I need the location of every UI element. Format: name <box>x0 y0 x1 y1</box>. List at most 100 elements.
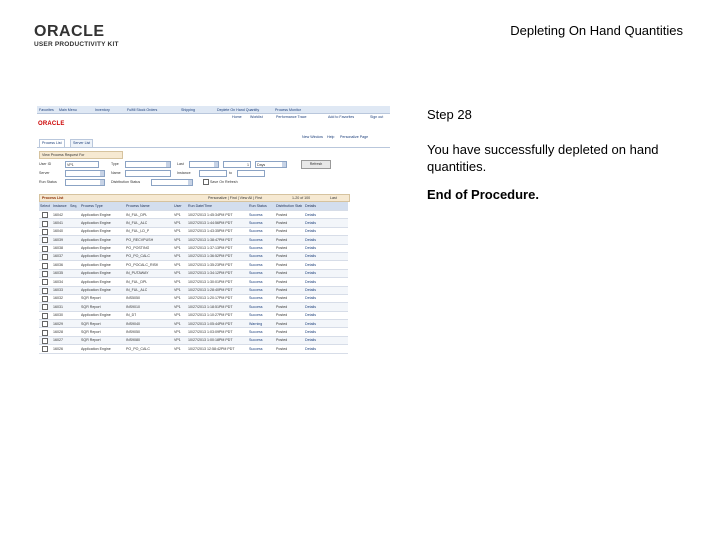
server-select[interactable] <box>65 170 105 177</box>
row-process-type: Application Engine <box>81 254 111 259</box>
row-run-status[interactable]: Success <box>249 330 263 334</box>
grid-last-link[interactable]: Last <box>330 196 337 200</box>
distribution-status-select[interactable] <box>151 179 193 186</box>
type-select[interactable] <box>125 161 171 168</box>
row-details-link[interactable]: Details <box>305 271 316 275</box>
row-select-checkbox[interactable] <box>42 312 48 319</box>
row-distribution-status: Posted <box>276 254 288 259</box>
menu-shipping[interactable]: Shipping <box>181 108 195 112</box>
menu-process-monitor[interactable]: Process Monitor <box>275 108 301 112</box>
last-select[interactable] <box>189 161 219 168</box>
row-run-status[interactable]: Success <box>249 221 263 225</box>
refresh-button[interactable]: Refresh <box>301 160 331 169</box>
row-details-link[interactable]: Details <box>305 254 316 258</box>
instance-from-input[interactable] <box>199 170 227 177</box>
row-run-status[interactable]: Success <box>249 338 263 342</box>
row-select-checkbox[interactable] <box>42 228 48 235</box>
menu-inventory[interactable]: Inventory <box>95 108 110 112</box>
row-details-link[interactable]: Details <box>305 296 316 300</box>
link-add-to-favorites[interactable]: Add to Favorites <box>328 115 354 119</box>
server-label: Server <box>39 171 50 175</box>
logo-brand: ORACLE <box>34 23 105 40</box>
row-run-status[interactable]: Success <box>249 254 263 258</box>
link-personalize-page[interactable]: Personalize Page <box>340 135 368 139</box>
row-details-link[interactable]: Details <box>305 347 316 351</box>
link-worklist[interactable]: Worklist <box>250 115 263 119</box>
row-select-checkbox[interactable] <box>42 338 48 345</box>
row-run-status[interactable]: Success <box>249 305 263 309</box>
instance-to-input[interactable] <box>237 170 265 177</box>
menu-main-menu[interactable]: Main Menu <box>59 108 77 112</box>
row-select-checkbox[interactable] <box>42 296 48 303</box>
row-select-checkbox[interactable] <box>42 212 48 219</box>
row-run-status[interactable]: Success <box>249 229 263 233</box>
grid-nav-controls[interactable]: Personalize | Find | View All | First <box>208 196 262 200</box>
row-run-status[interactable]: Success <box>249 313 263 317</box>
row-process-type: SQR Report <box>81 304 101 309</box>
link-new-window[interactable]: New Window <box>302 135 323 139</box>
row-run-datetime: 10/27/2013 1:00:18PM PDT <box>188 338 233 343</box>
row-details-link[interactable]: Details <box>305 246 316 250</box>
name-label: Name <box>111 171 121 175</box>
last-unit-select[interactable]: Days <box>255 161 287 168</box>
row-select-checkbox[interactable] <box>42 254 48 261</box>
row-select-checkbox[interactable] <box>42 262 48 269</box>
row-select-checkbox[interactable] <box>42 237 48 244</box>
row-run-status[interactable]: Warning <box>249 322 262 326</box>
user-id-input[interactable]: VP1 <box>65 161 99 168</box>
row-details-link[interactable]: Details <box>305 330 316 334</box>
row-run-status[interactable]: Success <box>249 288 263 292</box>
row-process-type: Application Engine <box>81 346 111 351</box>
link-home[interactable]: Home <box>232 115 242 119</box>
menu-fulfill-stock-orders[interactable]: Fulfill Stock Orders <box>127 108 157 112</box>
name-input[interactable] <box>125 170 171 177</box>
row-run-status[interactable]: Success <box>249 238 263 242</box>
row-distribution-status: Posted <box>276 246 288 251</box>
row-run-status[interactable]: Success <box>249 347 263 351</box>
run-status-select[interactable] <box>65 179 105 186</box>
row-select-checkbox[interactable] <box>42 329 48 336</box>
save-on-refresh-checkbox[interactable] <box>203 179 209 185</box>
row-details-link[interactable]: Details <box>305 288 316 292</box>
table-row: 16032 SQR Report INS5050 VP1 10/27/2013 1:20… <box>39 295 348 304</box>
row-details-link[interactable]: Details <box>305 229 316 233</box>
link-performance-trace[interactable]: Performance Trace <box>276 115 307 119</box>
row-distribution-status: Posted <box>276 338 288 343</box>
row-details-link[interactable]: Details <box>305 213 316 217</box>
row-details-link[interactable]: Details <box>305 238 316 242</box>
row-run-status[interactable]: Success <box>249 213 263 217</box>
menu-favorites[interactable]: Favorites <box>39 108 54 112</box>
row-select-checkbox[interactable] <box>42 321 48 328</box>
row-run-status[interactable]: Success <box>249 296 263 300</box>
row-select-checkbox[interactable] <box>42 287 48 294</box>
row-instance: 16041 <box>53 220 63 225</box>
row-run-status[interactable]: Success <box>249 271 263 275</box>
row-select-checkbox[interactable] <box>42 279 48 286</box>
row-details-link[interactable]: Details <box>305 263 316 267</box>
row-run-status[interactable]: Success <box>249 280 263 284</box>
row-details-link[interactable]: Details <box>305 280 316 284</box>
row-select-checkbox[interactable] <box>42 245 48 252</box>
row-run-status[interactable]: Success <box>249 246 263 250</box>
link-sign-out[interactable]: Sign out <box>370 115 383 119</box>
link-help[interactable]: Help <box>327 135 334 139</box>
row-details-link[interactable]: Details <box>305 221 316 225</box>
row-details-link[interactable]: Details <box>305 313 316 317</box>
row-run-datetime: 10/27/2013 1:10:27PM PDT <box>188 313 233 318</box>
step-number: Step 28 <box>427 107 472 122</box>
row-distribution-status: Posted <box>276 262 288 267</box>
row-details-link[interactable]: Details <box>305 338 316 342</box>
row-select-checkbox[interactable] <box>42 270 48 277</box>
last-value-input[interactable]: 1 <box>223 161 251 168</box>
row-details-link[interactable]: Details <box>305 322 316 326</box>
row-details-link[interactable]: Details <box>305 305 316 309</box>
row-run-datetime: 10/27/2013 1:34:12PM PDT <box>188 271 233 276</box>
menu-deplete-on-hand[interactable]: Deplete On Hand Quantity <box>217 108 259 112</box>
row-select-checkbox[interactable] <box>42 220 48 227</box>
tab-server-list[interactable]: Server List <box>70 139 94 147</box>
tab-process-list[interactable]: Process List <box>39 139 65 147</box>
table-row: 16026 Application Engine PO_PO_CALC VP1 10/2… <box>39 345 348 354</box>
row-select-checkbox[interactable] <box>42 304 48 311</box>
row-select-checkbox[interactable] <box>42 346 48 353</box>
row-run-status[interactable]: Success <box>249 263 263 267</box>
